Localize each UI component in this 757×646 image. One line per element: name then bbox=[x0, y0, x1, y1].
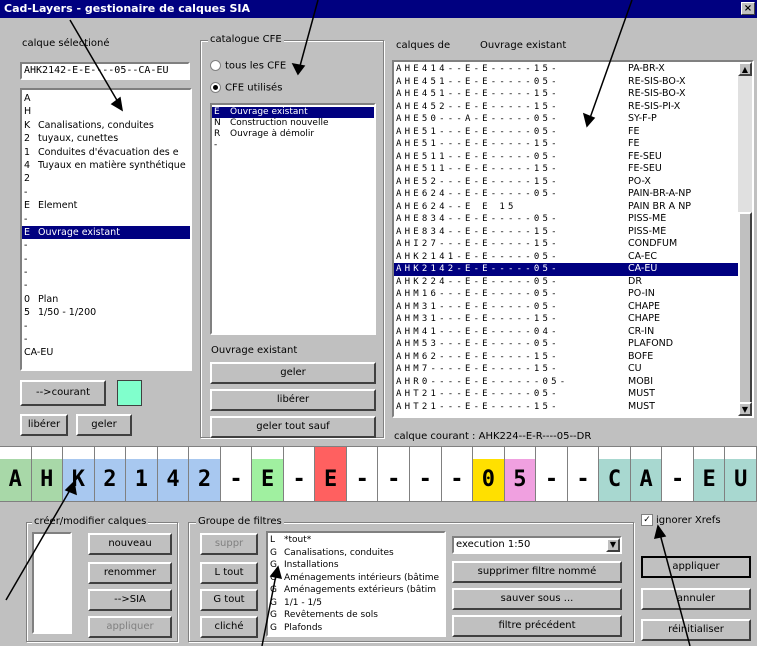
arrowhead-strip bbox=[64, 480, 77, 496]
arrow-to-layer-list bbox=[589, 0, 633, 119]
arrow-to-cfe-group bbox=[299, 0, 319, 67]
arrowhead-cfe bbox=[291, 62, 306, 76]
arrow-to-components-list bbox=[69, 19, 119, 103]
arrow-to-ignore-xrefs bbox=[659, 533, 691, 646]
arrowhead-components bbox=[110, 96, 124, 112]
arrow-to-filters-list bbox=[261, 574, 277, 646]
arrow-to-code-strip bbox=[5, 489, 71, 601]
arrowhead-filters bbox=[269, 565, 283, 579]
arrowhead-layers bbox=[582, 112, 596, 128]
annotation-arrows bbox=[5, 0, 691, 646]
arrowhead-xrefs bbox=[653, 524, 667, 539]
